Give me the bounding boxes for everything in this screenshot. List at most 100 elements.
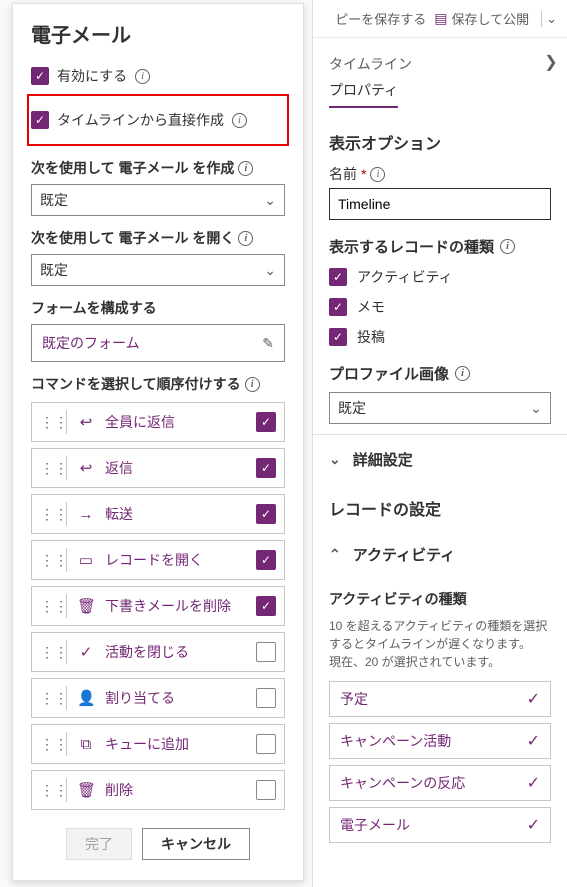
open-using-value: 既定 [40, 260, 68, 280]
record-type-row[interactable]: メモ [329, 297, 551, 317]
command-checkbox[interactable] [256, 734, 276, 754]
drag-handle-icon[interactable]: ⋮⋮ [40, 506, 56, 523]
configure-form-label: フォームを構成する [31, 298, 285, 318]
record-type-label: アクティビティ [357, 267, 453, 287]
command-checkbox[interactable] [256, 412, 276, 432]
highlighted-option: タイムラインから直接作成 i [27, 94, 289, 146]
command-item[interactable]: ⋮⋮✓活動を閉じる [31, 632, 285, 672]
command-checkbox[interactable] [256, 688, 276, 708]
profile-image-heading: プロファイル画像i [329, 363, 551, 384]
activity-type-item[interactable]: 予定✓ [329, 681, 551, 717]
command-label: 割り当てる [105, 688, 246, 708]
drag-handle-icon[interactable]: ⋮⋮ [40, 690, 56, 707]
command-checkbox[interactable] [256, 780, 276, 800]
activity-type-item[interactable]: 電子メール ✓ [329, 807, 551, 843]
enable-label: 有効にする [57, 66, 127, 86]
record-type-checkbox[interactable] [329, 268, 347, 286]
command-label: 活動を閉じる [105, 642, 246, 662]
command-label: 全員に返信 [105, 412, 246, 432]
advanced-settings-toggle[interactable]: ⌄ 詳細設定 [313, 434, 567, 484]
create-from-timeline-checkbox[interactable] [31, 111, 49, 129]
tab-properties[interactable]: プロパティ [329, 80, 398, 108]
activity-type-item[interactable]: キャンペーンの反応✓ [329, 765, 551, 801]
command-label: 転送 [105, 504, 246, 524]
profile-image-select[interactable]: 既定 ⌄ [329, 392, 551, 424]
configure-form-row[interactable]: 既定のフォーム ✎ [31, 324, 285, 362]
create-from-timeline-label: タイムラインから直接作成 [57, 110, 224, 130]
chevron-down-icon: ⌄ [530, 400, 542, 417]
info-icon[interactable]: i [238, 231, 253, 246]
record-settings-heading: レコードの設定 [313, 496, 567, 520]
command-item[interactable]: ⋮⋮▭レコードを開く [31, 540, 285, 580]
drag-handle-icon[interactable]: ⋮⋮ [40, 644, 56, 661]
create-using-label: 次を使用して 電子メール を作成i [31, 158, 285, 178]
command-label: 削除 [105, 780, 246, 800]
command-icon: 👤 [77, 689, 95, 707]
record-type-label: メモ [357, 297, 385, 317]
command-label: 返信 [105, 458, 246, 478]
activity-warning-text: 10 を超えるアクティビティの種類を選択するとタイムラインが遅くなります。 現在… [313, 613, 567, 681]
chevron-up-icon: ⌃ [329, 546, 341, 563]
more-actions-chevron[interactable]: ⌄ [541, 11, 561, 27]
info-icon[interactable]: i [455, 366, 470, 381]
chevron-down-icon: ⌄ [264, 262, 276, 279]
save-publish-action[interactable]: ▤ 保存して公開 [434, 9, 529, 28]
check-icon: ✓ [527, 815, 540, 835]
configure-form-value: 既定のフォーム [42, 333, 140, 353]
save-copy-action[interactable]: ピーを保存する [335, 9, 426, 28]
enable-checkbox-row[interactable]: 有効にする i [31, 66, 285, 86]
open-using-select[interactable]: 既定 ⌄ [31, 254, 285, 286]
record-type-row[interactable]: アクティビティ [329, 267, 551, 287]
activity-type-item[interactable]: キャンペーン活動✓ [329, 723, 551, 759]
command-item[interactable]: ⋮⋮↩全員に返信 [31, 402, 285, 442]
command-item[interactable]: ⋮⋮🗑下書きメールを削除 [31, 586, 285, 626]
record-type-checkbox[interactable] [329, 328, 347, 346]
activity-section-toggle[interactable]: ⌃ アクティビティ [313, 530, 567, 579]
drag-handle-icon[interactable]: ⋮⋮ [40, 782, 56, 799]
command-item[interactable]: ⋮⋮ 👤 割り当てる [31, 678, 285, 718]
command-checkbox[interactable] [256, 504, 276, 524]
activity-type-label: キャンペーンの反応 [340, 773, 465, 793]
divider [66, 732, 67, 756]
drag-handle-icon[interactable]: ⋮⋮ [40, 598, 56, 615]
enable-checkbox[interactable] [31, 67, 49, 85]
command-item[interactable]: ⋮⋮↩返信 [31, 448, 285, 488]
info-icon[interactable]: i [500, 239, 515, 254]
name-field-label: 名前*i [329, 164, 551, 184]
open-using-label: 次を使用して 電子メール を開くi [31, 228, 285, 248]
divider [66, 686, 67, 710]
record-type-row[interactable]: 投稿 [329, 327, 551, 347]
command-icon: ▭ [77, 551, 95, 569]
command-checkbox[interactable] [256, 596, 276, 616]
tab-timeline[interactable]: タイムライン [313, 38, 567, 80]
command-item[interactable]: ⋮⋮ 🗑 削除 [31, 770, 285, 810]
command-item[interactable]: ⋮⋮⧉キューに追加 [31, 724, 285, 764]
divider [66, 640, 67, 664]
create-from-timeline-row[interactable]: タイムラインから直接作成 i [31, 110, 281, 130]
info-icon[interactable]: i [232, 113, 247, 128]
info-icon[interactable]: i [238, 161, 253, 176]
command-checkbox[interactable] [256, 550, 276, 570]
record-type-checkbox[interactable] [329, 298, 347, 316]
expand-panel-icon[interactable]: ❯ [539, 50, 563, 74]
divider [66, 502, 67, 526]
drag-handle-icon[interactable]: ⋮⋮ [40, 414, 56, 431]
cancel-button[interactable]: キャンセル [142, 828, 250, 860]
divider [66, 778, 67, 802]
command-icon: 🗑 [77, 781, 95, 799]
command-checkbox[interactable] [256, 642, 276, 662]
drag-handle-icon[interactable]: ⋮⋮ [40, 736, 56, 753]
create-using-select[interactable]: 既定 ⌄ [31, 184, 285, 216]
activity-types-heading: アクティビティの種類 [313, 579, 567, 613]
info-icon[interactable]: i [245, 377, 260, 392]
activity-type-label: 電子メール [340, 815, 410, 835]
divider [66, 548, 67, 572]
drag-handle-icon[interactable]: ⋮⋮ [40, 460, 56, 477]
command-checkbox[interactable] [256, 458, 276, 478]
drag-handle-icon[interactable]: ⋮⋮ [40, 552, 56, 569]
command-item[interactable]: ⋮⋮→転送 [31, 494, 285, 534]
edit-icon[interactable]: ✎ [262, 335, 274, 352]
info-icon[interactable]: i [135, 69, 150, 84]
name-input[interactable] [329, 188, 551, 220]
info-icon[interactable]: i [370, 167, 385, 182]
